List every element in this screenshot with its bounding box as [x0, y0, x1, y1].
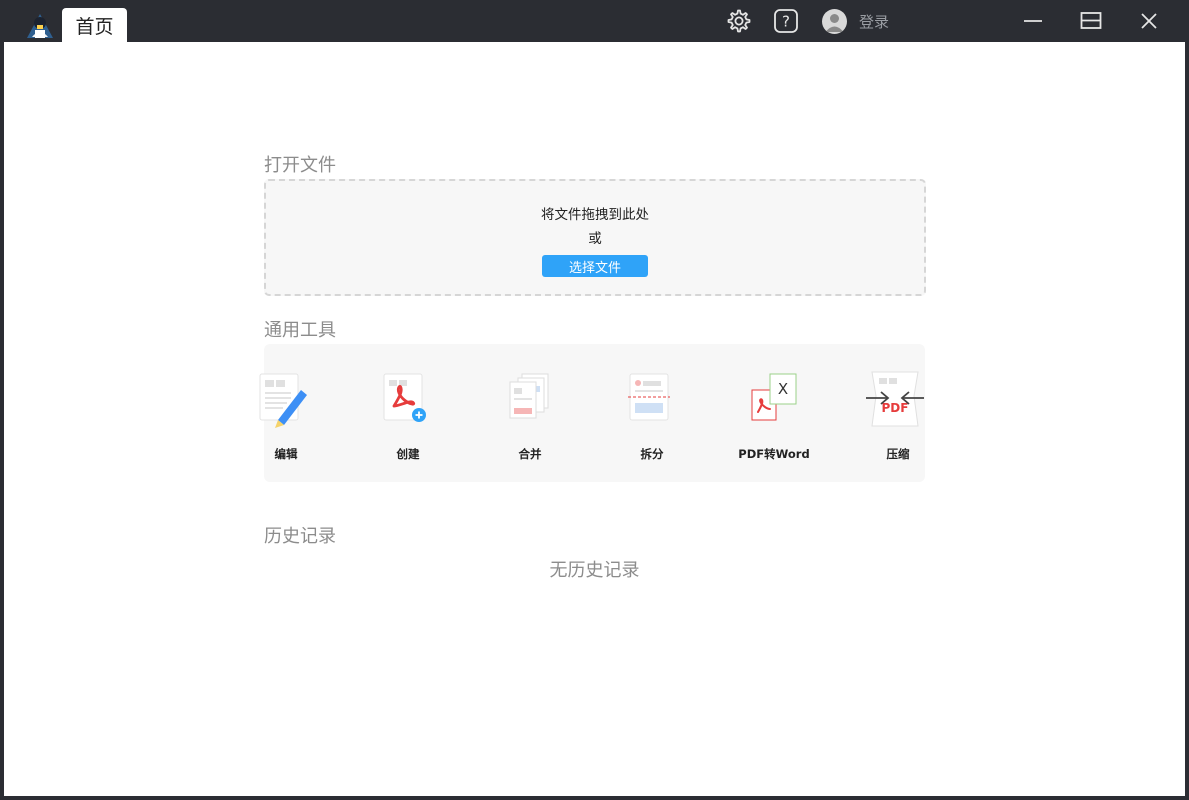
tool-split-label: 拆分 — [640, 447, 664, 461]
compress-icon: PDF — [866, 371, 924, 427]
tool-edit[interactable]: 编辑 — [238, 370, 334, 466]
maximize-button[interactable] — [1074, 6, 1108, 36]
tools-panel: 编辑 创建 合并 拆分 X PDF转Word PDF 压缩 — [259, 344, 925, 482]
maximize-icon — [1080, 12, 1102, 29]
tab-home[interactable]: 首页 — [62, 8, 127, 42]
file-drop-zone[interactable]: 将文件拖拽到此处 或 选择文件 — [264, 179, 926, 296]
user-avatar-icon[interactable] — [822, 8, 847, 34]
tool-compress-label: 压缩 — [886, 447, 910, 461]
tool-compress[interactable]: PDF 压缩 — [850, 370, 946, 466]
tool-create[interactable]: 创建 — [360, 370, 456, 466]
tool-edit-label: 编辑 — [274, 447, 298, 461]
or-text: 或 — [588, 231, 602, 247]
help-question-icon[interactable]: ? — [773, 8, 799, 34]
open-file-title: 打开文件 — [264, 155, 336, 176]
svg-text:PDF: PDF — [882, 401, 909, 415]
tool-pdf-to-word-label: PDF转Word — [738, 447, 810, 461]
history-empty-text: 无历史记录 — [549, 560, 640, 581]
pdf-to-word-icon: X — [751, 373, 797, 421]
minimize-icon — [1024, 20, 1042, 22]
merge-icon — [509, 373, 549, 419]
tool-merge[interactable]: 合并 — [482, 370, 578, 466]
main-content: 打开文件 将文件拖拽到此处 或 选择文件 通用工具 编辑 创建 合并 拆分 X … — [4, 42, 1185, 796]
create-pdf-icon — [383, 373, 426, 422]
title-bar: 首页 ? 登录 — [0, 0, 1189, 42]
tool-split[interactable]: 拆分 — [604, 370, 700, 466]
settings-gear-icon[interactable] — [725, 8, 751, 34]
svg-text:?: ? — [782, 13, 790, 31]
login-link[interactable]: 登录 — [859, 11, 889, 32]
app-logo-icon — [27, 14, 53, 38]
close-icon — [1141, 13, 1157, 29]
tool-pdf-to-word[interactable]: X PDF转Word — [726, 370, 822, 466]
close-button[interactable] — [1132, 6, 1166, 36]
history-title: 历史记录 — [264, 526, 336, 547]
drag-hint-text: 将文件拖拽到此处 — [541, 207, 649, 223]
svg-text:X: X — [778, 380, 788, 398]
tool-merge-label: 合并 — [518, 447, 542, 461]
tab-home-label: 首页 — [75, 15, 114, 38]
minimize-button[interactable] — [1016, 6, 1050, 36]
split-icon — [628, 373, 670, 421]
edit-pencil-icon — [259, 373, 307, 428]
tools-title: 通用工具 — [264, 320, 336, 341]
tool-create-label: 创建 — [396, 447, 420, 461]
choose-file-button[interactable]: 选择文件 — [542, 255, 648, 277]
login-area[interactable]: 登录 — [822, 8, 889, 34]
